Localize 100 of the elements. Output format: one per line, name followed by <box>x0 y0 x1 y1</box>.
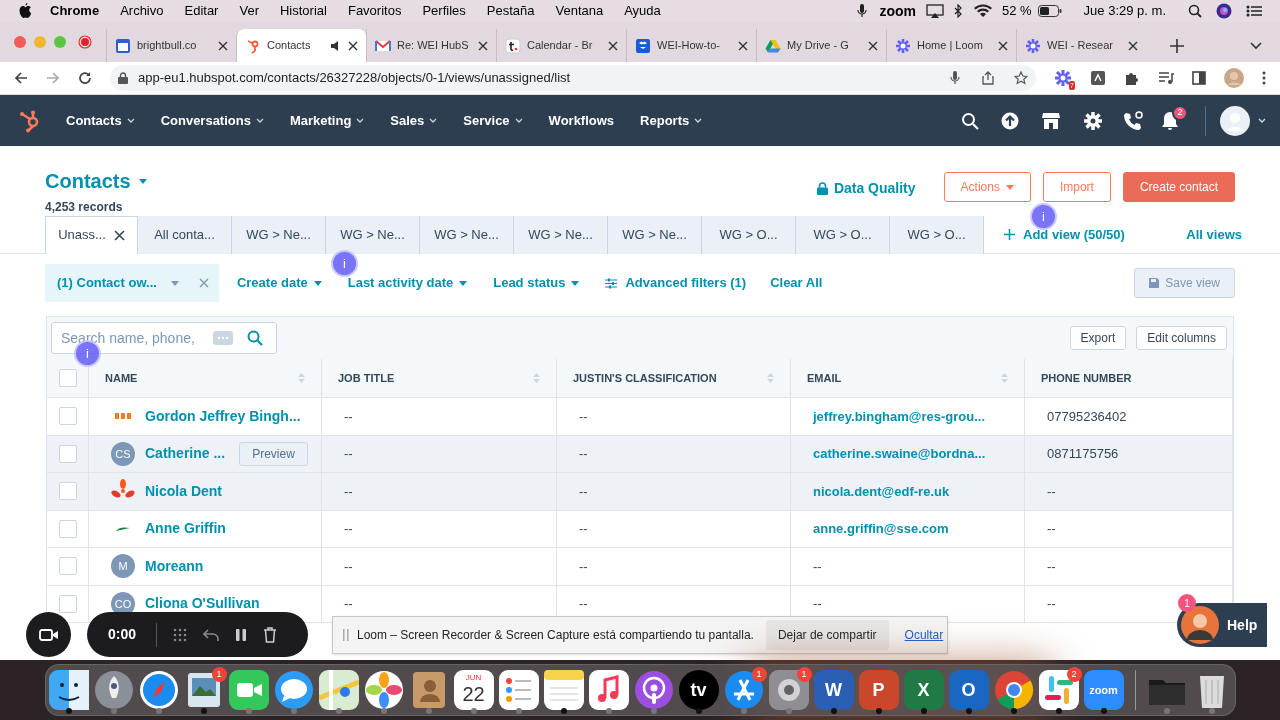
info-marker[interactable]: i <box>331 250 358 277</box>
marketplace-icon[interactable] <box>1042 111 1060 130</box>
table-row[interactable]: Gordon Jeffrey Bingh... -- -- jeffrey.bingham@res-grou... 07795236402 <box>47 397 1233 435</box>
record-icon[interactable] <box>78 35 92 49</box>
table-row[interactable]: Anne Griffin -- -- anne.griffin@sse.com -- <box>47 509 1233 547</box>
word-app-icon[interactable]: W <box>813 670 854 710</box>
menu-item[interactable]: Perfiles <box>422 1 466 21</box>
close-icon[interactable] <box>608 40 618 51</box>
address-bar[interactable]: app-eu1.hubspot.com/contacts/26327228/objects/0-1/views/unassigned/list <box>110 65 1036 91</box>
menu-item[interactable]: Ayuda <box>624 1 661 21</box>
select-all-checkbox[interactable] <box>58 369 77 387</box>
menu-item[interactable]: Ventana <box>555 1 604 21</box>
podcast-icon[interactable] <box>633 670 674 710</box>
row-checkbox[interactable] <box>58 519 77 538</box>
control-center-icon[interactable] <box>1246 4 1262 18</box>
chat-bubble-icon[interactable] <box>273 670 314 710</box>
column-header[interactable]: PHONE NUMBER <box>1041 369 1216 387</box>
advanced-filters-button[interactable]: Advanced filters (1) <box>605 273 747 293</box>
undo-icon[interactable] <box>203 627 219 642</box>
nav-menu[interactable]: Conversations <box>160 110 264 131</box>
battery-icon[interactable] <box>1037 5 1062 17</box>
email-link[interactable]: jeffrey.bingham@res-grou... <box>813 406 986 426</box>
drag-handle-icon[interactable] <box>343 629 349 641</box>
view-title-dropdown[interactable]: Contacts <box>45 166 147 196</box>
contact-name-link[interactable]: Gordon Jeffrey Bingh... <box>145 405 301 427</box>
stop-sharing-button[interactable]: Dejar de compartir <box>765 620 889 650</box>
view-tab[interactable]: Unass... <box>45 215 138 254</box>
gear-icon[interactable] <box>768 670 809 710</box>
menu-item[interactable]: Favoritos <box>347 1 402 21</box>
phone-icon[interactable] <box>1123 110 1143 131</box>
sidebar-icon[interactable] <box>1192 71 1206 85</box>
hide-link[interactable]: Ocultar <box>904 626 944 644</box>
nav-menu[interactable]: Marketing <box>289 110 365 131</box>
column-header[interactable]: NAME <box>105 369 298 387</box>
contact-name-link[interactable]: Moreann <box>145 555 204 577</box>
row-checkbox[interactable] <box>58 594 77 613</box>
view-tab[interactable]: WG > Ne... <box>232 215 326 254</box>
view-tab[interactable]: All conta... <box>138 215 232 254</box>
close-icon[interactable] <box>478 40 488 51</box>
chevron-down-icon[interactable] <box>1250 41 1262 50</box>
export-button[interactable]: Export <box>1069 326 1127 350</box>
view-tab[interactable]: WG > O... <box>702 215 796 254</box>
contact-name-link[interactable]: Cliona O'Sullivan <box>145 593 260 615</box>
mail-app-icon[interactable]: O <box>948 670 989 710</box>
edit-columns-button[interactable]: Edit columns <box>1136 326 1227 350</box>
checklist-icon[interactable] <box>498 670 539 710</box>
account-avatar-icon[interactable] <box>1220 105 1250 136</box>
nav-menu[interactable]: Contacts <box>66 110 135 131</box>
close-icon[interactable] <box>868 40 878 51</box>
rocket-icon[interactable] <box>93 670 134 710</box>
settings-icon[interactable] <box>1084 111 1102 130</box>
nav-menu[interactable]: Service <box>463 110 523 131</box>
app-store-icon[interactable] <box>723 670 764 710</box>
star-icon[interactable] <box>1014 71 1028 85</box>
nav-menu[interactable]: Workflows <box>548 110 615 131</box>
music-note-icon[interactable] <box>588 670 629 710</box>
menu-item[interactable]: Editar <box>184 1 219 21</box>
close-icon[interactable] <box>1128 40 1138 51</box>
table-row[interactable]: Nicola Dent -- -- nicola.dent@edf-re.uk -- <box>47 472 1233 510</box>
zoom-status[interactable]: zoom <box>879 0 916 22</box>
browser-logo-icon[interactable] <box>993 670 1034 710</box>
share-icon[interactable] <box>982 71 994 85</box>
nav-menu[interactable]: Reports <box>640 110 703 131</box>
row-checkbox[interactable] <box>58 444 77 463</box>
clear-all-link[interactable]: Clear All <box>770 273 823 293</box>
wifi-icon[interactable] <box>973 4 992 18</box>
playlist-icon[interactable] <box>1158 71 1174 85</box>
hash-logo-icon[interactable] <box>1038 670 1079 710</box>
data-quality-link[interactable]: Data Quality <box>816 178 916 199</box>
menu-item[interactable]: Archivo <box>120 1 164 21</box>
bluetooth-icon[interactable] <box>953 4 962 18</box>
close-icon[interactable] <box>113 229 125 241</box>
burst-icon[interactable] <box>1054 69 1072 87</box>
view-tab[interactable]: WG > Ne... <box>420 215 514 254</box>
reload-icon[interactable] <box>78 71 92 85</box>
upload-arrow-icon[interactable] <box>1001 111 1019 130</box>
app-menu[interactable]: Chrome <box>50 1 100 21</box>
pinwheel-icon[interactable] <box>363 670 404 710</box>
more-icon[interactable] <box>1262 71 1266 85</box>
view-tab[interactable]: WG > Ne... <box>608 215 702 254</box>
screen-mirroring-icon[interactable] <box>925 4 944 18</box>
compass-icon[interactable] <box>138 670 179 710</box>
clock[interactable]: Jue 3:29 p. m. <box>1083 1 1166 21</box>
puzzle-icon[interactable] <box>1124 70 1140 86</box>
close-icon[interactable] <box>738 40 748 51</box>
info-marker[interactable]: i <box>1030 203 1057 230</box>
pause-icon[interactable] <box>235 627 247 642</box>
menu-item[interactable]: Ver <box>239 1 259 21</box>
map-icon[interactable] <box>318 670 359 710</box>
search-icon[interactable] <box>961 111 979 130</box>
tv-app-icon[interactable]: tv <box>678 670 719 710</box>
new-tab-icon[interactable] <box>1170 38 1184 53</box>
view-tab[interactable]: WG > Ne... <box>514 215 608 254</box>
back-icon[interactable] <box>14 71 28 85</box>
close-icon[interactable] <box>218 40 228 51</box>
search-icon[interactable] <box>1188 4 1202 18</box>
filter-dropdown[interactable]: Create date <box>236 273 322 293</box>
siri-icon[interactable] <box>1216 3 1232 19</box>
filter-dropdown[interactable]: Lead status <box>493 273 580 293</box>
row-checkbox[interactable] <box>58 557 77 576</box>
